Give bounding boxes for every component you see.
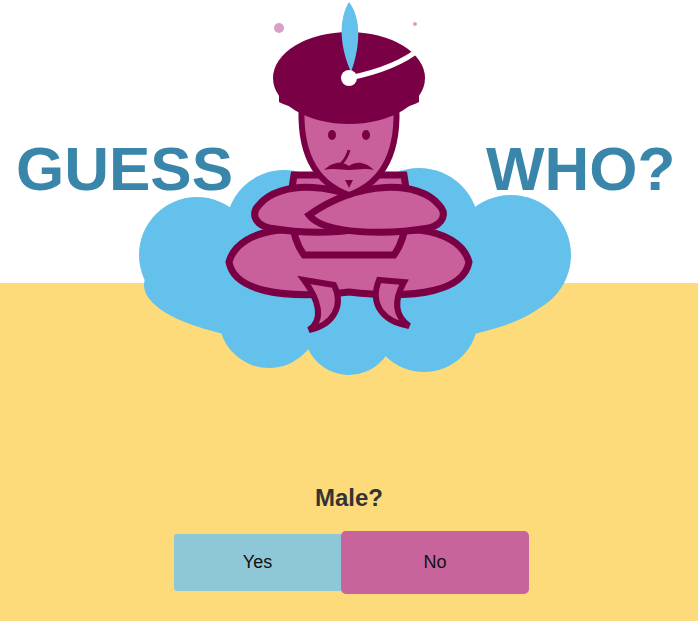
answer-button[interactable]: Yes [174,534,341,591]
question: Male? [315,483,383,513]
game-screen: GUESS WHO? Male? YesNo [0,0,698,621]
title-left: GUESS [16,138,233,200]
title-right: WHO? [486,138,675,200]
header: GUESS WHO? [0,0,698,375]
answer-button[interactable]: No [341,531,529,594]
answer-buttons: YesNo [174,531,529,594]
